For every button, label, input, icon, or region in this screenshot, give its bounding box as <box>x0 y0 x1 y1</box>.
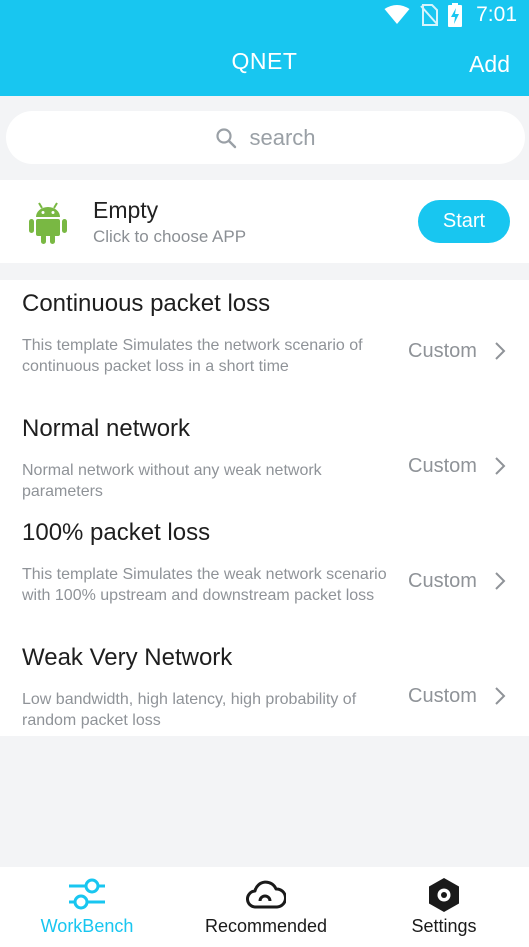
nav-tab-recommended[interactable]: Recommended <box>196 867 336 947</box>
status-bar: 7:01 <box>0 0 529 30</box>
nav-tab-workbench[interactable]: WorkBench <box>22 867 152 947</box>
custom-link[interactable]: Custom <box>408 455 477 478</box>
sliders-icon <box>69 878 105 910</box>
chevron-right-icon <box>495 687 506 705</box>
nav-label: Settings <box>411 916 477 936</box>
status-icons: 7:01 <box>384 3 517 27</box>
chevron-right-icon <box>495 457 506 475</box>
start-button[interactable]: Start <box>418 200 510 243</box>
wifi-icon <box>384 5 410 24</box>
search-input[interactable]: search <box>6 111 525 164</box>
custom-link[interactable]: Custom <box>408 340 477 363</box>
search-placeholder: search <box>249 124 316 150</box>
template-description: Normal network without any weak network … <box>22 462 322 500</box>
template-item[interactable]: Continuous packet loss This template Sim… <box>0 290 529 400</box>
battery-charging-icon <box>448 3 463 27</box>
status-time: 7:01 <box>476 3 517 26</box>
hexagon-gear-icon <box>429 878 459 912</box>
search-icon <box>216 127 237 148</box>
template-description: This template Simulates the network scen… <box>22 337 363 375</box>
bottom-nav: WorkBench Recommended Settings <box>0 867 529 947</box>
add-button[interactable]: Add <box>469 51 510 78</box>
template-item[interactable]: 100% packet loss This template Simulates… <box>0 519 529 629</box>
chevron-right-icon <box>495 572 506 590</box>
android-icon <box>29 202 67 244</box>
custom-link[interactable]: Custom <box>408 685 477 708</box>
app-name: Empty <box>93 197 159 223</box>
app-selector-card[interactable]: Empty Click to choose APP Start <box>0 180 529 263</box>
template-description: Low bandwidth, high latency, high probab… <box>22 691 357 729</box>
nav-tab-settings[interactable]: Settings <box>384 867 504 947</box>
cloud-icon <box>246 880 286 909</box>
app-header: 7:01 QNET Add <box>0 0 529 96</box>
template-description: This template Simulates the weak network… <box>22 566 387 604</box>
template-title: Continuous packet loss <box>22 290 271 317</box>
template-title: Weak Very Network <box>22 644 233 671</box>
template-title: 100% packet loss <box>22 519 211 546</box>
template-list: Continuous packet loss This template Sim… <box>0 280 529 736</box>
template-title: Normal network <box>22 415 191 442</box>
chevron-right-icon <box>495 342 506 360</box>
template-item[interactable]: Weak Very Network Low bandwidth, high la… <box>0 644 529 734</box>
app-subtitle: Click to choose APP <box>93 227 247 246</box>
nav-label: WorkBench <box>40 916 134 936</box>
template-item[interactable]: Normal network Normal network without an… <box>0 415 529 505</box>
search-bar[interactable]: search <box>6 111 525 164</box>
page-title: QNET <box>231 48 298 74</box>
no-sim-icon <box>420 4 439 26</box>
custom-link[interactable]: Custom <box>408 570 477 593</box>
nav-label: Recommended <box>204 916 328 936</box>
